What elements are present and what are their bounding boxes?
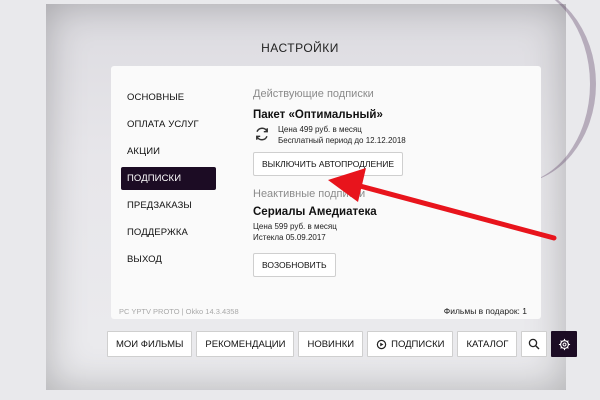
annotation-arrow — [328, 168, 557, 241]
